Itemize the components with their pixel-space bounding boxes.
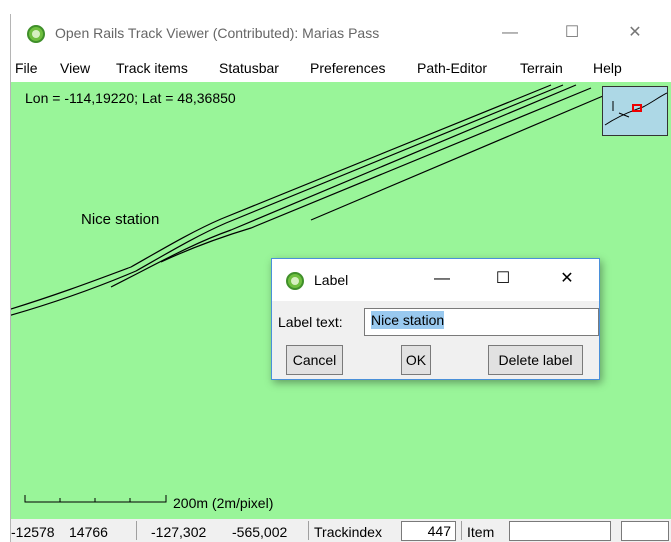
tile-x-value: -12578: [11, 524, 55, 540]
window-title: Open Rails Track Viewer (Contributed): M…: [55, 25, 380, 41]
z-value: -565,002: [232, 524, 288, 540]
menu-terrain[interactable]: Terrain: [520, 60, 563, 76]
menu-track-items[interactable]: Track items: [116, 60, 188, 76]
menu-bar: File View Track items Statusbar Preferen…: [11, 56, 671, 82]
label-text-input-value: Nice station: [371, 311, 445, 329]
app-icon: [27, 25, 45, 43]
tile-z-value: 14766: [69, 524, 108, 540]
separator: [308, 521, 309, 540]
separator: [136, 521, 137, 540]
trackindex-value: 447: [401, 521, 456, 541]
dialog-title-bar[interactable]: Label — ☐ ✕: [272, 259, 599, 301]
scale-bar: [24, 495, 167, 503]
dialog-minimize-button[interactable]: —: [422, 259, 462, 299]
cancel-button[interactable]: Cancel: [286, 345, 343, 375]
item-value: [509, 521, 611, 541]
item-label: Item: [467, 524, 495, 540]
delete-label-button[interactable]: Delete label: [488, 345, 583, 375]
track-line: [110, 84, 577, 288]
dialog-maximize-button[interactable]: ☐: [483, 259, 523, 299]
minimize-button[interactable]: —: [487, 14, 533, 54]
status-bar: -12578 14766 -127,302 -565,002 Trackinde…: [11, 519, 671, 542]
label-text-caption: Label text:: [278, 314, 343, 330]
extra-value: [621, 521, 669, 541]
separator: [461, 521, 462, 540]
scale-label: 200m (2m/pixel): [173, 495, 274, 511]
menu-view[interactable]: View: [60, 60, 90, 76]
dialog-close-button[interactable]: ✕: [547, 259, 587, 299]
trackindex-label: Trackindex: [314, 524, 382, 540]
map-label-text[interactable]: Nice station: [81, 211, 159, 228]
menu-help[interactable]: Help: [593, 60, 622, 76]
label-text-input[interactable]: Nice station: [364, 308, 599, 336]
x-value: -127,302: [151, 524, 207, 540]
close-button[interactable]: ✕: [612, 14, 658, 54]
menu-statusbar[interactable]: Statusbar: [219, 60, 279, 76]
dialog-app-icon: [286, 272, 304, 290]
menu-file[interactable]: File: [15, 60, 38, 76]
title-bar[interactable]: Open Rails Track Viewer (Contributed): M…: [11, 14, 671, 56]
menu-path-editor[interactable]: Path-Editor: [417, 60, 487, 76]
track-line: [160, 87, 592, 263]
maximize-button[interactable]: ☐: [549, 14, 595, 54]
dialog-title: Label: [314, 272, 349, 288]
minimap-icon[interactable]: [602, 86, 668, 136]
menu-preferences[interactable]: Preferences: [310, 60, 385, 76]
track-line: [310, 95, 604, 221]
ok-button[interactable]: OK: [401, 345, 431, 375]
coordinates-readout: Lon = -114,19220; Lat = 48,36850: [25, 90, 236, 106]
label-dialog: Label — ☐ ✕ Label text: Nice station Can…: [271, 258, 600, 380]
